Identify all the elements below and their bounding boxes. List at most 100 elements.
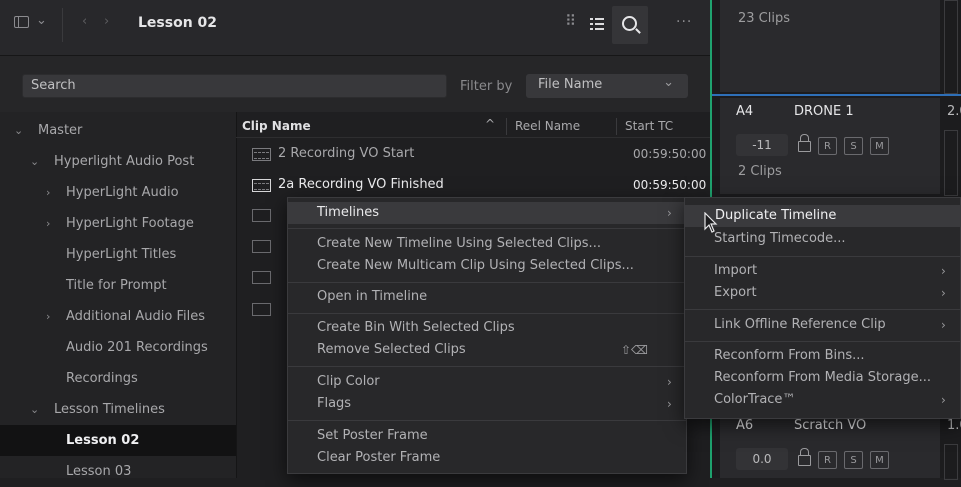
menu-item-create-multicam-clip[interactable]: Create New Multicam Clip Using Selected … — [288, 255, 686, 277]
chevron-right-icon: › — [941, 264, 946, 278]
filter-by-value: File Name — [538, 77, 603, 92]
chevron-right-icon: › — [667, 397, 672, 411]
sidebar-item-master[interactable]: ⌄ Master — [0, 115, 236, 146]
clip-start-tc: 00:59:50:00 — [633, 178, 707, 192]
track-clip-count: 23 Clips — [738, 11, 790, 26]
chevron-right-icon: › — [46, 217, 51, 230]
track-value-a6: 1.0 — [947, 418, 961, 433]
menu-item-timelines[interactable]: Timelines › — [288, 202, 686, 224]
track-name-a6[interactable]: Scratch VO — [794, 418, 866, 433]
solo-button[interactable]: S — [844, 451, 863, 469]
mute-button[interactable]: M — [870, 137, 889, 155]
mouse-pointer-icon — [704, 212, 718, 233]
track-meter — [944, 130, 958, 196]
track-volume-a4[interactable]: -11 — [736, 134, 788, 156]
chevron-right-icon: › — [941, 286, 946, 300]
track-name-a4[interactable]: DRONE 1 — [794, 104, 854, 119]
bin-title: Lesson 02 — [138, 15, 218, 31]
sidebar-item-lesson-timelines[interactable]: ⌄ Lesson Timelines — [0, 394, 236, 425]
sidebar-item-lesson-03[interactable]: Lesson 03 — [0, 456, 236, 487]
more-options-icon[interactable]: ··· — [676, 14, 692, 30]
track-volume-a6[interactable]: 0.0 — [736, 448, 788, 470]
sidebar-item-hyperlight-titles[interactable]: HyperLight Titles — [0, 239, 236, 270]
clip-start-tc: 00:59:50:00 — [633, 147, 707, 161]
menu-divider — [288, 366, 686, 367]
filter-by-label: Filter by — [460, 79, 513, 94]
sidebar-item-recordings[interactable]: Recordings — [0, 363, 236, 394]
chevron-right-icon: › — [941, 393, 946, 407]
menu-item-clear-poster-frame[interactable]: Clear Poster Frame — [288, 447, 686, 469]
filter-by-select[interactable]: File Name ⌄ — [526, 74, 688, 98]
timeline-clip-icon — [252, 209, 271, 222]
bin-sidebar: ⌄ Master ⌄ Hyperlight Audio Post › Hyper… — [0, 112, 236, 479]
search-button[interactable] — [612, 6, 648, 44]
menu-item-import[interactable]: Import › — [685, 260, 960, 282]
sort-ascending-icon[interactable]: ^ — [485, 117, 495, 131]
chevron-down-icon: ⌄ — [14, 124, 24, 137]
solo-button[interactable]: S — [844, 137, 863, 155]
timelines-submenu: Duplicate Timeline Starting Timecode... … — [684, 197, 961, 419]
menu-item-export[interactable]: Export › — [685, 282, 960, 304]
menu-item-flags[interactable]: Flags › — [288, 393, 686, 415]
search-input[interactable]: Search — [22, 74, 447, 98]
sidebar-item-hyperlight-audio-post[interactable]: ⌄ Hyperlight Audio Post — [0, 146, 236, 177]
clip-context-menu: Timelines › Create New Timeline Using Se… — [287, 197, 687, 474]
record-arm-button[interactable]: R — [818, 137, 837, 155]
forward-arrow-icon[interactable]: › — [104, 14, 109, 29]
menu-item-link-offline-reference-clip[interactable]: Link Offline Reference Clip › — [685, 314, 960, 336]
menu-item-clip-color[interactable]: Clip Color › — [288, 371, 686, 393]
track-id-a6: A6 — [736, 418, 754, 433]
clip-list-header: Clip Name ^ Reel Name Start TC — [236, 116, 710, 138]
menu-item-open-in-timeline[interactable]: Open in Timeline — [288, 286, 686, 308]
timeline-clip-icon — [252, 240, 271, 253]
chevron-down-icon: ⌄ — [30, 403, 40, 416]
chevron-down-icon[interactable]: ⌄ — [36, 13, 47, 28]
grid-view-icon[interactable]: ⠿ — [565, 12, 576, 30]
timeline-clip-icon — [252, 271, 271, 284]
menu-item-set-poster-frame[interactable]: Set Poster Frame — [288, 425, 686, 447]
chevron-down-icon: ⌄ — [663, 75, 674, 90]
back-arrow-icon[interactable]: ‹ — [82, 14, 87, 29]
menu-divider — [685, 256, 960, 257]
menu-item-reconform-from-bins[interactable]: Reconform From Bins... — [685, 345, 960, 367]
track-value-a4: 2.0 — [947, 104, 961, 119]
menu-item-create-bin[interactable]: Create Bin With Selected Clips — [288, 317, 686, 339]
track-id-a4: A4 — [736, 104, 754, 119]
record-arm-button[interactable]: R — [818, 451, 837, 469]
timeline-clip-icon — [252, 303, 271, 316]
column-header-clip-name[interactable]: Clip Name — [242, 119, 311, 133]
sidebar-item-lesson-02[interactable]: Lesson 02 — [0, 425, 236, 456]
chevron-right-icon: › — [46, 186, 51, 199]
chevron-right-icon: › — [667, 206, 672, 220]
sidebar-toggle-icon[interactable] — [14, 16, 29, 28]
sidebar-item-hyperlight-footage[interactable]: › HyperLight Footage — [0, 208, 236, 239]
menu-item-remove-selected-clips[interactable]: Remove Selected Clips ⇧⌫ — [288, 339, 686, 361]
clip-name: 2 Recording VO Start — [278, 146, 415, 161]
sidebar-item-audio-201-recordings[interactable]: Audio 201 Recordings — [0, 332, 236, 363]
column-header-start-tc[interactable]: Start TC — [625, 119, 673, 133]
menu-item-colortrace[interactable]: ColorTrace™ › — [685, 389, 960, 411]
list-view-icon[interactable] — [590, 18, 604, 30]
sidebar-item-additional-audio-files[interactable]: › Additional Audio Files — [0, 301, 236, 332]
menu-item-create-new-timeline[interactable]: Create New Timeline Using Selected Clips… — [288, 233, 686, 255]
lock-icon[interactable] — [798, 455, 811, 466]
menu-item-reconform-from-media-storage[interactable]: Reconform From Media Storage... — [685, 367, 960, 389]
clip-row[interactable]: 2 Recording VO Start 00:59:50:00 — [236, 139, 710, 170]
menu-divider — [288, 228, 686, 229]
menu-divider — [685, 309, 960, 310]
menu-divider — [685, 341, 960, 342]
menu-item-duplicate-timeline[interactable]: Duplicate Timeline — [685, 205, 960, 227]
menu-divider — [288, 420, 686, 421]
column-header-reel-name[interactable]: Reel Name — [515, 119, 580, 133]
mute-button[interactable]: M — [870, 451, 889, 469]
menu-item-starting-timecode[interactable]: Starting Timecode... — [685, 228, 960, 250]
lock-icon[interactable] — [798, 141, 811, 152]
track-divider — [712, 94, 961, 96]
keyboard-shortcut: ⇧⌫ — [621, 343, 649, 357]
chevron-down-icon: ⌄ — [30, 155, 40, 168]
sidebar-item-hyperlight-audio[interactable]: › HyperLight Audio — [0, 177, 236, 208]
sidebar-item-title-for-prompt[interactable]: Title for Prompt — [0, 270, 236, 301]
chevron-right-icon: › — [941, 318, 946, 332]
clip-name: 2a Recording VO Finished — [278, 177, 444, 192]
track-clip-count: 2 Clips — [738, 164, 782, 179]
